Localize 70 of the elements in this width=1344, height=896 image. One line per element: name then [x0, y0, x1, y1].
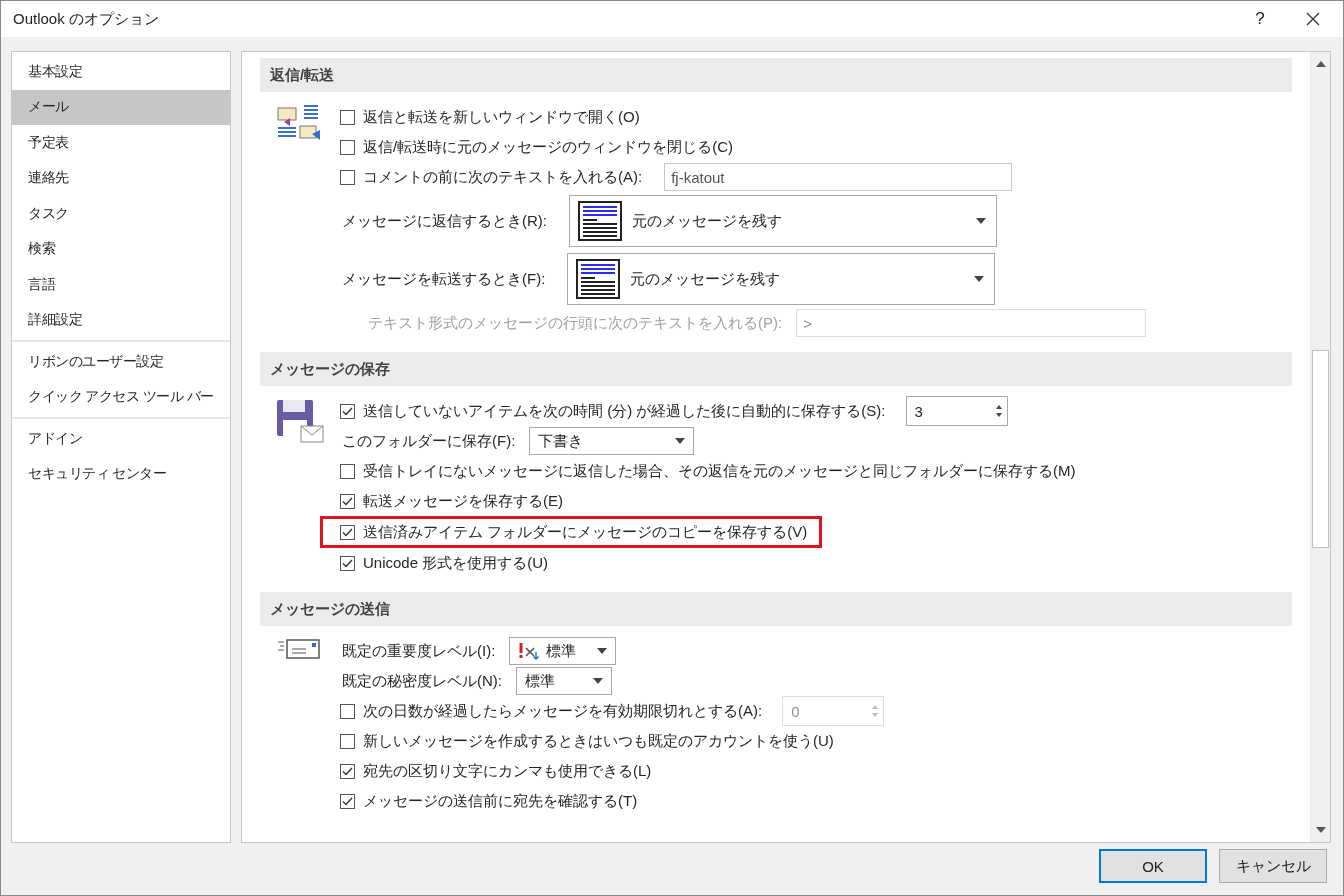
sidebar-item[interactable]: 予定表 [12, 125, 230, 161]
option-label: メッセージを転送するとき(F): [342, 269, 546, 289]
checkbox[interactable] [340, 763, 355, 779]
window-title: Outlook のオプション [13, 9, 160, 29]
checkbox[interactable] [340, 733, 355, 749]
option-label: 新しいメッセージを作成するときはいつも既定のアカウントを使う(U) [363, 731, 834, 751]
sidebar-item[interactable]: 詳細設定 [12, 302, 230, 338]
sidebar-item[interactable]: セキュリティ センター [12, 456, 230, 492]
option-label: 次の日数が経過したらメッセージを有効期限切れとする(A): [363, 701, 763, 721]
option-label: 宛先の区切り文字にカンマも使用できる(L) [363, 761, 652, 781]
option-label: 受信トレイにないメッセージに返信した場合、その返信を元のメッセージと同じフォルダーに保存する(M) [363, 461, 1076, 481]
checkbox[interactable] [340, 793, 355, 809]
checkbox[interactable] [340, 555, 355, 571]
option-label: 返信と転送を新しいウィンドウで開く(O) [363, 107, 640, 127]
page-layout-icon [576, 259, 621, 299]
dropdown-caret-icon [597, 648, 608, 654]
importance-icon [518, 642, 541, 660]
sidebar-item[interactable]: 連絡先 [12, 160, 230, 196]
sidebar-item[interactable]: タスク [12, 196, 230, 232]
sidebar-item[interactable]: クイック アクセス ツール バー [12, 379, 230, 415]
checkbox[interactable] [340, 493, 355, 509]
text-field[interactable]: fj-katout [664, 163, 1013, 191]
section-header: 返信/転送 [260, 58, 1292, 92]
help-button[interactable]: ? [1237, 1, 1283, 37]
number-spinner[interactable]: 3 [905, 396, 1008, 426]
envelope-icon [278, 638, 322, 660]
sidebar-item[interactable]: 言語 [12, 267, 230, 303]
dropdown[interactable]: 標準 [509, 637, 617, 665]
dropdown[interactable]: 元のメッセージを残す [567, 253, 996, 305]
sidebar-item[interactable]: メール [12, 89, 230, 125]
scrollbar[interactable] [1310, 52, 1330, 842]
checkbox[interactable] [340, 524, 355, 540]
scroll-down-icon [1315, 826, 1326, 834]
checkbox[interactable] [340, 463, 355, 479]
option-label: このフォルダーに保存(F): [342, 431, 516, 451]
close-icon [1306, 12, 1320, 26]
option-label: 既定の重要度レベル(I): [342, 641, 496, 661]
dropdown-caret-icon [974, 276, 985, 282]
option-label: メッセージの送信前に宛先を確認する(T) [363, 791, 638, 811]
scroll-thumb[interactable] [1312, 350, 1329, 548]
section-header: メッセージの送信 [260, 592, 1292, 626]
dropdown[interactable]: 元のメッセージを残す [569, 195, 997, 247]
option-label: メッセージに返信するとき(R): [342, 211, 547, 231]
sidebar-item[interactable]: アドイン [12, 421, 230, 457]
option-label: 転送メッセージを保存する(E) [363, 491, 563, 511]
page-layout-icon [578, 201, 622, 241]
floppy-disk-envelope-icon [275, 398, 325, 446]
checkbox[interactable] [340, 403, 355, 419]
checkbox[interactable] [340, 139, 355, 155]
scroll-up-icon [1315, 60, 1326, 68]
section-header: メッセージの保存 [260, 352, 1292, 386]
option-label: テキスト形式のメッセージの行頭に次のテキストを入れる(P): [368, 313, 783, 333]
option-label: 送信済みアイテム フォルダーにメッセージのコピーを保存する(V) [363, 522, 808, 542]
option-label: コメントの前に次のテキストを入れる(A): [363, 167, 643, 187]
option-label: Unicode 形式を使用する(U) [363, 553, 549, 573]
dropdown-caret-icon [675, 438, 686, 444]
dropdown-caret-icon [976, 218, 986, 224]
option-label: 返信/転送時に元のメッセージのウィンドウを閉じる(C) [363, 137, 733, 157]
sidebar-item[interactable]: 基本設定 [12, 54, 230, 90]
dropdown[interactable]: 下書き [529, 427, 695, 455]
checkbox[interactable] [340, 169, 355, 185]
dropdown[interactable]: 標準 [516, 667, 612, 695]
option-label: 送信していないアイテムを次の時間 (分) が経過した後に自動的に保存する(S): [363, 401, 886, 421]
dialog-button[interactable]: キャンセル [1219, 849, 1327, 883]
dropdown-caret-icon [593, 678, 603, 684]
dialog-button[interactable]: OK [1099, 849, 1207, 883]
sidebar-item[interactable]: 検索 [12, 231, 230, 267]
option-label: 既定の秘密度レベル(N): [342, 671, 502, 691]
checkbox[interactable] [340, 109, 355, 125]
sidebar-item[interactable]: リボンのユーザー設定 [12, 344, 230, 380]
